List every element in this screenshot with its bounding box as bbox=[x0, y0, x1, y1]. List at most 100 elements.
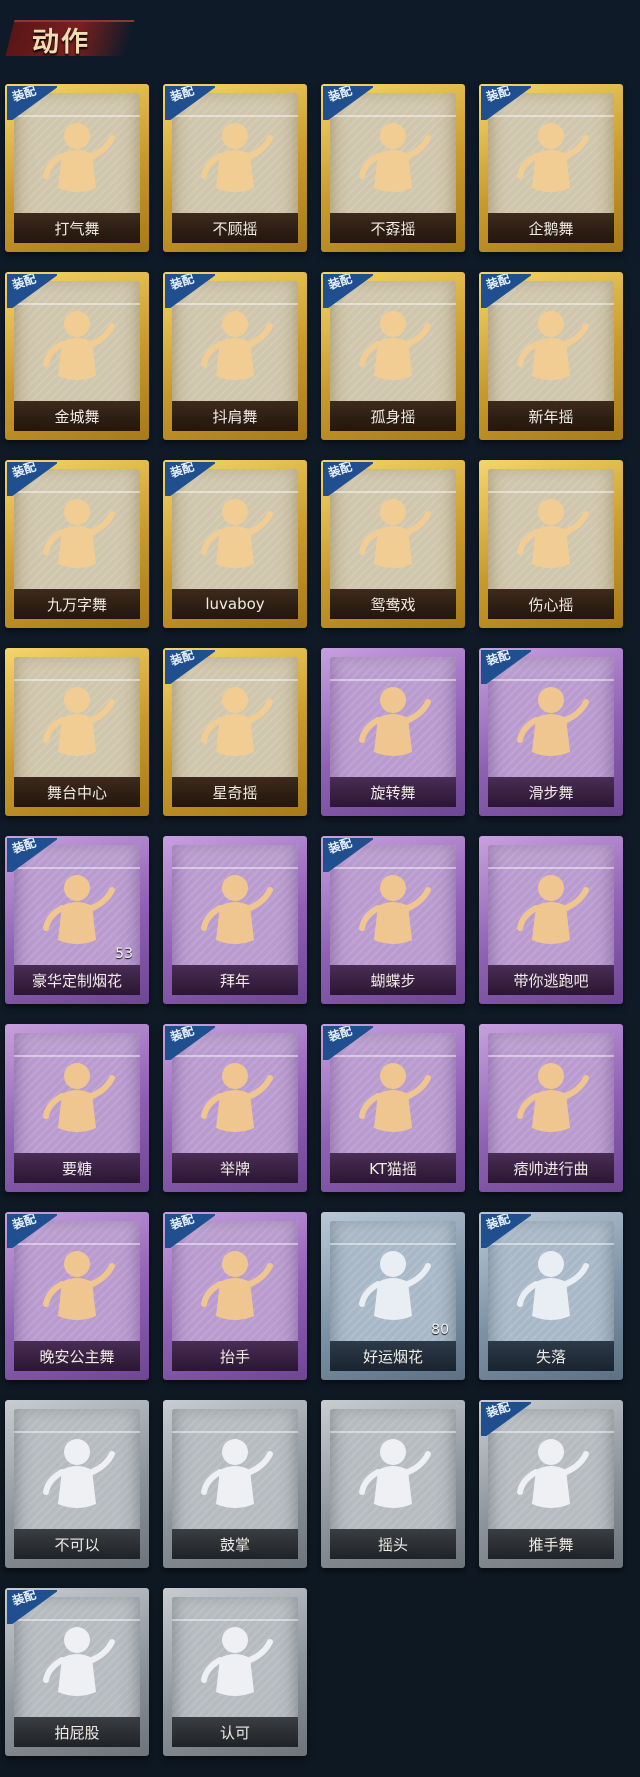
emote-card[interactable]: 滑步舞 装配 bbox=[479, 648, 623, 816]
shoulder-shake-icon bbox=[190, 304, 280, 396]
cheer-dance-icon bbox=[32, 116, 122, 208]
run-away-icon bbox=[506, 868, 596, 960]
emote-card[interactable]: 不孬摇 装配 bbox=[321, 84, 465, 252]
push-hands-icon bbox=[506, 1432, 596, 1524]
emote-card[interactable]: 抬手 装配 bbox=[163, 1212, 307, 1380]
emote-card[interactable]: 好运烟花 80 bbox=[321, 1212, 465, 1380]
emote-card[interactable]: 孤身摇 装配 bbox=[321, 272, 465, 440]
emote-name: 新年摇 bbox=[528, 407, 574, 426]
emote-card[interactable]: KT猫摇 装配 bbox=[321, 1024, 465, 1192]
emote-card[interactable]: 认可 bbox=[163, 1588, 307, 1756]
no-finger-icon bbox=[32, 1432, 122, 1524]
card-ornament bbox=[14, 657, 140, 681]
emote-card[interactable]: 鸳鸯戏 装配 bbox=[321, 460, 465, 628]
card-ornament bbox=[488, 845, 614, 869]
equipped-badge: 装配 bbox=[323, 274, 373, 308]
emote-card[interactable]: 伤心摇 bbox=[479, 460, 623, 628]
emote-card[interactable]: 旋转舞 bbox=[321, 648, 465, 816]
card-label-bar: luvaboy bbox=[172, 589, 298, 619]
emote-card[interactable]: 不可以 bbox=[5, 1400, 149, 1568]
emote-card[interactable]: 金城舞 装配 bbox=[5, 272, 149, 440]
emote-card[interactable]: 抖肩舞 装配 bbox=[163, 272, 307, 440]
clap-icon bbox=[190, 1432, 280, 1524]
emote-card[interactable]: 鼓掌 bbox=[163, 1400, 307, 1568]
equipped-badge: 装配 bbox=[481, 1402, 531, 1436]
emote-name: 认可 bbox=[219, 1723, 250, 1742]
brave-shake-icon bbox=[348, 116, 438, 208]
cool-march-icon bbox=[506, 1056, 596, 1148]
center-stage-icon bbox=[32, 680, 122, 772]
emote-card[interactable]: luvaboy 装配 bbox=[163, 460, 307, 628]
emote-name: 星奇摇 bbox=[212, 783, 258, 802]
emote-card[interactable]: 新年摇 装配 bbox=[479, 272, 623, 440]
equipped-badge: 装配 bbox=[7, 274, 57, 308]
mandarin-duck-icon bbox=[348, 492, 438, 584]
emote-card[interactable]: 打气舞 装配 bbox=[5, 84, 149, 252]
card-ornament bbox=[488, 1033, 614, 1057]
card-label-bar: 推手舞 bbox=[488, 1529, 614, 1559]
emote-name: 推手舞 bbox=[528, 1535, 574, 1554]
equipped-badge: 装配 bbox=[7, 462, 57, 496]
slide-step-icon bbox=[506, 680, 596, 772]
emote-card[interactable]: 痞帅进行曲 bbox=[479, 1024, 623, 1192]
heartbreak-shake-icon bbox=[506, 492, 596, 584]
spin-dance-icon bbox=[348, 680, 438, 772]
emote-card[interactable]: 摇头 bbox=[321, 1400, 465, 1568]
emote-card[interactable]: 拜年 bbox=[163, 836, 307, 1004]
emote-name: 伤心摇 bbox=[528, 595, 574, 614]
card-label-bar: 举牌 bbox=[172, 1153, 298, 1183]
lonely-shake-icon bbox=[348, 304, 438, 396]
card-label-bar: 金城舞 bbox=[14, 401, 140, 431]
emote-card[interactable]: 推手舞 装配 bbox=[479, 1400, 623, 1568]
emote-name: 鼓掌 bbox=[219, 1535, 250, 1554]
equipped-badge: 装配 bbox=[7, 1214, 57, 1248]
card-label-bar: 孤身摇 bbox=[330, 401, 456, 431]
equipped-badge: 装配 bbox=[165, 86, 215, 120]
emote-name: 滑步舞 bbox=[528, 783, 574, 802]
card-label-bar: 抖肩舞 bbox=[172, 401, 298, 431]
emote-card[interactable]: 蝴蝶步 装配 bbox=[321, 836, 465, 1004]
emote-card[interactable]: 豪华定制烟花 装配 53 bbox=[5, 836, 149, 1004]
emote-card[interactable]: 晚安公主舞 装配 bbox=[5, 1212, 149, 1380]
emote-card[interactable]: 失落 装配 bbox=[479, 1212, 623, 1380]
emote-card[interactable]: 企鹅舞 装配 bbox=[479, 84, 623, 252]
equipped-badge: 装配 bbox=[7, 838, 57, 872]
emote-card[interactable]: 不顾摇 装配 bbox=[163, 84, 307, 252]
emote-name: 蝴蝶步 bbox=[370, 971, 416, 990]
card-ornament bbox=[172, 845, 298, 869]
card-label-bar: 鸳鸯戏 bbox=[330, 589, 456, 619]
emote-name: 举牌 bbox=[219, 1159, 250, 1178]
emote-name: 不可以 bbox=[54, 1535, 100, 1554]
carefree-shake-icon bbox=[190, 116, 280, 208]
equipped-badge: 装配 bbox=[165, 650, 215, 684]
emote-name: luvaboy bbox=[205, 595, 265, 613]
card-ornament bbox=[330, 1221, 456, 1245]
card-label-bar: 失落 bbox=[488, 1341, 614, 1371]
equipped-badge: 装配 bbox=[7, 86, 57, 120]
card-label-bar: 新年摇 bbox=[488, 401, 614, 431]
card-label-bar: 鼓掌 bbox=[172, 1529, 298, 1559]
emote-card[interactable]: 带你逃跑吧 bbox=[479, 836, 623, 1004]
emote-name: 要糖 bbox=[61, 1159, 92, 1178]
card-ornament bbox=[172, 1409, 298, 1433]
equipped-badge: 装配 bbox=[323, 86, 373, 120]
item-count: 53 bbox=[115, 946, 133, 962]
card-ornament bbox=[330, 657, 456, 681]
emote-card[interactable]: 舞台中心 bbox=[5, 648, 149, 816]
emote-name: 拜年 bbox=[219, 971, 250, 990]
hold-sign-icon bbox=[190, 1056, 280, 1148]
emote-name: 抖肩舞 bbox=[212, 407, 258, 426]
emote-card[interactable]: 星奇摇 装配 bbox=[163, 648, 307, 816]
emote-card[interactable]: 拍屁股 装配 bbox=[5, 1588, 149, 1756]
new-year-greeting-icon bbox=[190, 868, 280, 960]
card-label-bar: 拍屁股 bbox=[14, 1717, 140, 1747]
emote-card[interactable]: 要糖 bbox=[5, 1024, 149, 1192]
penguin-dance-icon bbox=[506, 116, 596, 208]
emote-name: 舞台中心 bbox=[46, 783, 107, 802]
card-ornament bbox=[330, 1409, 456, 1433]
emote-name: 失落 bbox=[535, 1347, 566, 1366]
emote-name: 旋转舞 bbox=[370, 783, 416, 802]
emote-name: 不孬摇 bbox=[370, 219, 416, 238]
emote-card[interactable]: 九万字舞 装配 bbox=[5, 460, 149, 628]
emote-card[interactable]: 举牌 装配 bbox=[163, 1024, 307, 1192]
